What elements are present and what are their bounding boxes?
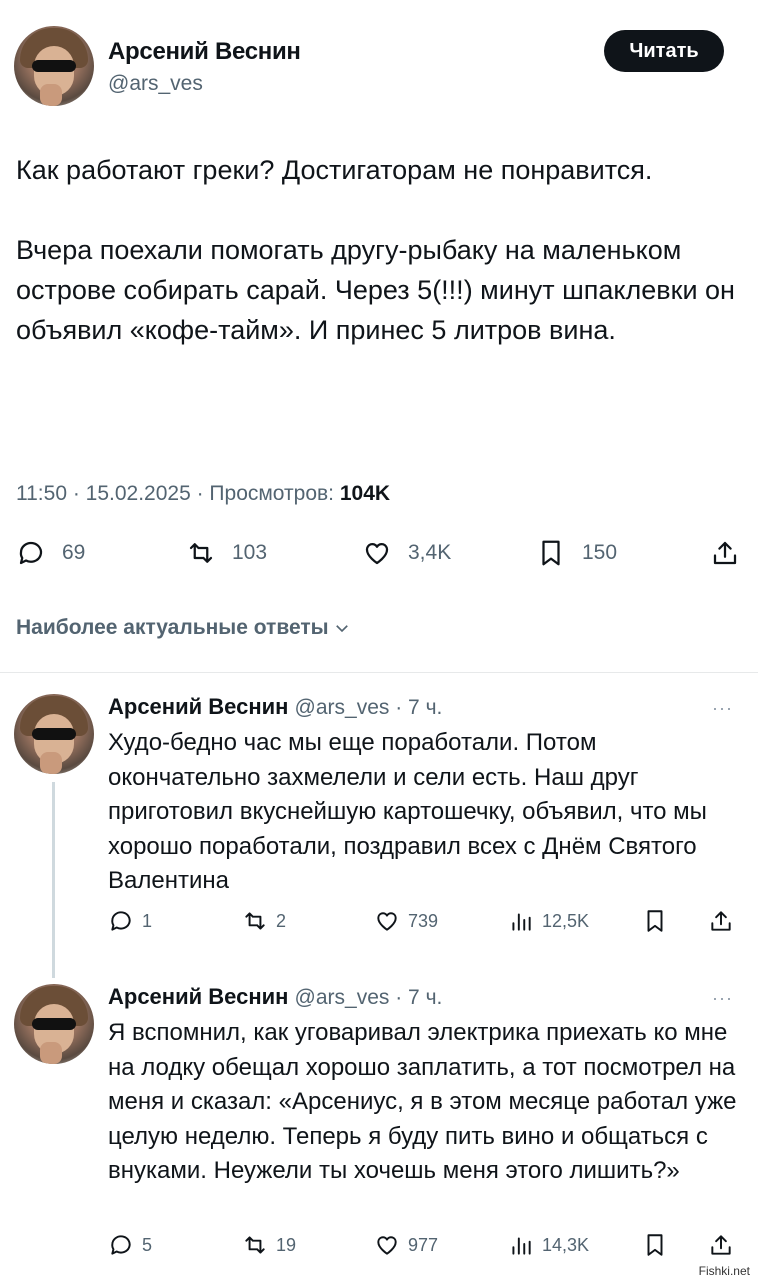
bookmark-button[interactable]: 150 [536,538,617,568]
bookmark-count: 150 [582,541,618,564]
more-icon[interactable]: ··· [712,988,733,1009]
repost-button[interactable]: 103 [186,538,267,568]
reply-avatar[interactable] [14,984,94,1064]
reply-button[interactable]: 69 [16,538,85,568]
share-icon [713,541,737,565]
tweet-text: Как работают греки? Достигаторам не понр… [16,150,736,390]
like-count: 977 [408,1234,439,1255]
view-count: 104K [339,482,391,505]
author-avatar[interactable] [14,26,94,106]
heart-icon [365,542,389,565]
repost-count: 2 [276,910,287,931]
like-count: 3,4K [408,541,452,564]
reply-icon [111,1235,131,1255]
bookmark-icon [647,1234,663,1256]
reply-count: 69 [62,541,86,564]
repost-button[interactable]: 2 [242,908,286,934]
views-button[interactable]: 12,5K [508,908,589,934]
tweet-paragraph: Как работают греки? Достигаторам не понр… [16,155,653,185]
share-button[interactable] [710,538,740,568]
bookmark-icon [647,910,663,932]
divider [0,672,758,673]
like-button[interactable]: 739 [374,908,438,934]
author-handle[interactable]: @ars_ves [108,72,203,96]
reply-actions: 1 2 739 12,5K [108,908,748,938]
more-icon[interactable]: ··· [712,698,733,719]
like-button[interactable]: 3,4K [362,538,451,568]
bookmark-icon [542,540,560,566]
thread-line [52,782,55,978]
reply-header: Арсений Веснин @ars_ves · 7 ч. [108,694,442,720]
heart-icon [377,912,397,931]
views-icon [512,913,531,931]
reply-avatar[interactable] [14,694,94,774]
reply-icon [19,541,43,565]
repost-icon [189,543,213,563]
reply-author-name[interactable]: Арсений Веснин [108,984,288,1009]
share-button[interactable] [708,1232,734,1258]
reply-button[interactable]: 1 [108,908,152,934]
share-icon [711,1235,731,1255]
repost-button[interactable]: 19 [242,1232,296,1258]
view-count: 12,5K [542,910,590,931]
share-button[interactable] [708,908,734,934]
reply-header: Арсений Веснин @ars_ves · 7 ч. [108,984,442,1010]
reply-author-name[interactable]: Арсений Веснин [108,694,288,719]
reply-button[interactable]: 5 [108,1232,152,1258]
tweet-paragraph: Вчера поехали помогать другу-рыбаку на м… [16,235,735,345]
view-count: 14,3K [542,1234,590,1255]
reply-count: 1 [142,910,153,931]
read-button[interactable]: Читать [604,30,724,72]
repost-count: 103 [232,541,268,564]
reply-text: Худо-бедно час мы еще поработали. Потом … [108,729,707,894]
reply-icon [111,911,131,931]
views-button[interactable]: 14,3K [508,1232,589,1258]
replies-sort-label: Наиболее актуальные ответы [16,616,329,639]
like-button[interactable]: 977 [374,1232,438,1258]
repost-icon [245,1236,265,1254]
reply-handle-time[interactable]: @ars_ves · 7 ч. [295,986,443,1009]
views-icon [512,1237,531,1255]
replies-sort-dropdown[interactable]: Наиболее актуальные ответы [16,616,351,640]
tweet-timestamp[interactable]: 11:50 · 15.02.2025 · Просмотров: [16,482,334,505]
repost-icon [245,912,265,930]
author-name[interactable]: Арсений Веснин [108,38,301,66]
chevron-down-icon [335,625,348,633]
bookmark-button[interactable] [642,1232,668,1258]
tweet-actions: 69 103 3,4K 150 [16,538,744,578]
reply-actions: 5 19 977 14,3K [108,1232,748,1262]
repost-count: 19 [276,1234,297,1255]
reply-text: Я вспомнил, как уговаривал электрика при… [108,1019,737,1184]
reply-count: 5 [142,1234,153,1255]
share-icon [711,911,731,931]
reply-handle-time[interactable]: @ars_ves · 7 ч. [295,696,443,719]
like-count: 739 [408,910,439,931]
bookmark-button[interactable] [642,908,668,934]
watermark: Fishki.net [696,1264,752,1278]
heart-icon [377,1236,397,1255]
tweet-meta: 11:50 · 15.02.2025 · Просмотров: 104K [16,482,390,506]
